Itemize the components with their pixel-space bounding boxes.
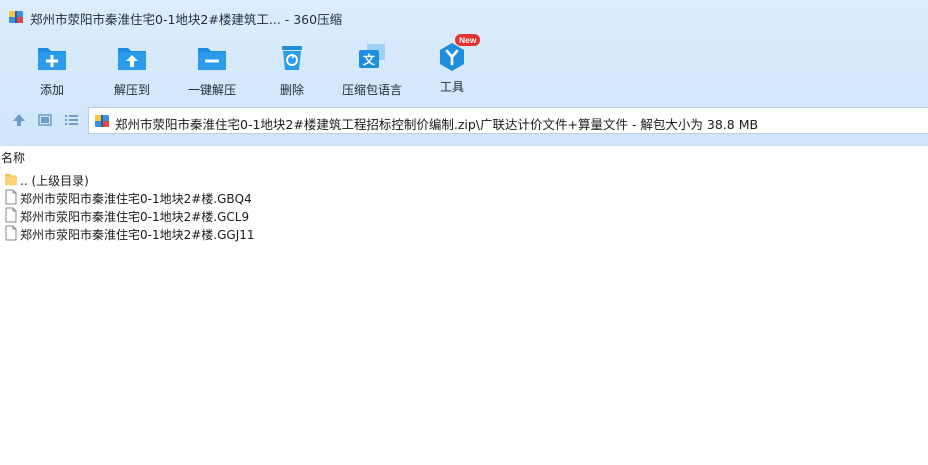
delete-label: 删除 (279, 83, 304, 97)
archive-language-label: 压缩包语言 (341, 83, 402, 97)
one-click-extract-icon (198, 48, 226, 70)
delete-icon (282, 46, 302, 70)
navigation-row: 郑州市荥阳市秦淮住宅0-1地块2#楼建筑工程招标控制价编制.zip\广联达计价文… (0, 107, 928, 134)
one-click-extract-label: 一键解压 (187, 83, 236, 97)
zip-file-icon (95, 115, 109, 127)
svg-text:文: 文 (363, 52, 376, 67)
file-icon (5, 225, 17, 241)
file-name: 郑州市荥阳市秦淮住宅0-1地块2#楼.GGJ11 (20, 228, 255, 242)
list-item[interactable]: 郑州市荥阳市秦淮住宅0-1地块2#楼.GCL9 (3, 206, 603, 224)
archive-language-button[interactable]: 文 压缩包语言 (332, 36, 412, 98)
list-item[interactable]: 郑州市荥阳市秦淮住宅0-1地块2#楼.GGJ11 (3, 224, 603, 242)
file-list: 名称 .. (上级目录) 郑州市荥阳市秦淮住宅0-1地块2#楼.GBQ4 郑州市… (0, 146, 928, 465)
path-text: 郑州市荥阳市秦淮住宅0-1地块2#楼建筑工程招标控制价编制.zip\广联达计价文… (115, 117, 759, 132)
thumbnail-view-icon[interactable] (36, 111, 54, 129)
add-label: 添加 (39, 83, 64, 97)
tools-icon-wrap: New (435, 34, 481, 74)
title-bar: 郑州市荥阳市秦淮住宅0-1地块2#楼建筑工... - 360压缩 (0, 0, 928, 34)
top-chrome: 郑州市荥阳市秦淮住宅0-1地块2#楼建筑工... - 360压缩 添加 解压到 (0, 0, 928, 146)
file-icon (5, 189, 17, 205)
file-name: 郑州市荥阳市秦淮住宅0-1地块2#楼.GCL9 (20, 210, 250, 224)
toolbar: 添加 解压到 一键解压 删除 文 压缩包语言 New 工具 (0, 34, 928, 98)
extract-to-icon (118, 48, 146, 70)
file-name: .. (上级目录) (20, 174, 89, 188)
list-view-icon[interactable] (62, 111, 80, 129)
file-name: 郑州市荥阳市秦淮住宅0-1地块2#楼.GBQ4 (20, 192, 252, 206)
list-item-parent-dir[interactable]: .. (上级目录) (3, 170, 603, 188)
column-header-name[interactable]: 名称 (1, 149, 25, 166)
one-click-extract-button[interactable]: 一键解压 (172, 36, 252, 98)
archive-app-icon (9, 11, 23, 23)
list-item[interactable]: 郑州市荥阳市秦淮住宅0-1地块2#楼.GBQ4 (3, 188, 603, 206)
window-title: 郑州市荥阳市秦淮住宅0-1地块2#楼建筑工... - 360压缩 (30, 12, 343, 27)
extract-to-label: 解压到 (113, 83, 150, 97)
up-arrow-icon[interactable] (10, 111, 28, 129)
extract-to-button[interactable]: 解压到 (92, 36, 172, 98)
delete-button[interactable]: 删除 (252, 36, 332, 98)
archive-language-icon: 文 (359, 44, 385, 68)
tools-label: 工具 (439, 80, 464, 94)
file-icon (5, 207, 17, 223)
path-bar[interactable]: 郑州市荥阳市秦淮住宅0-1地块2#楼建筑工程招标控制价编制.zip\广联达计价文… (88, 107, 928, 134)
new-badge: New (455, 34, 481, 46)
add-icon (38, 48, 66, 70)
tools-button[interactable]: New 工具 (412, 34, 492, 95)
add-button[interactable]: 添加 (12, 36, 92, 98)
folder-icon (5, 174, 17, 186)
